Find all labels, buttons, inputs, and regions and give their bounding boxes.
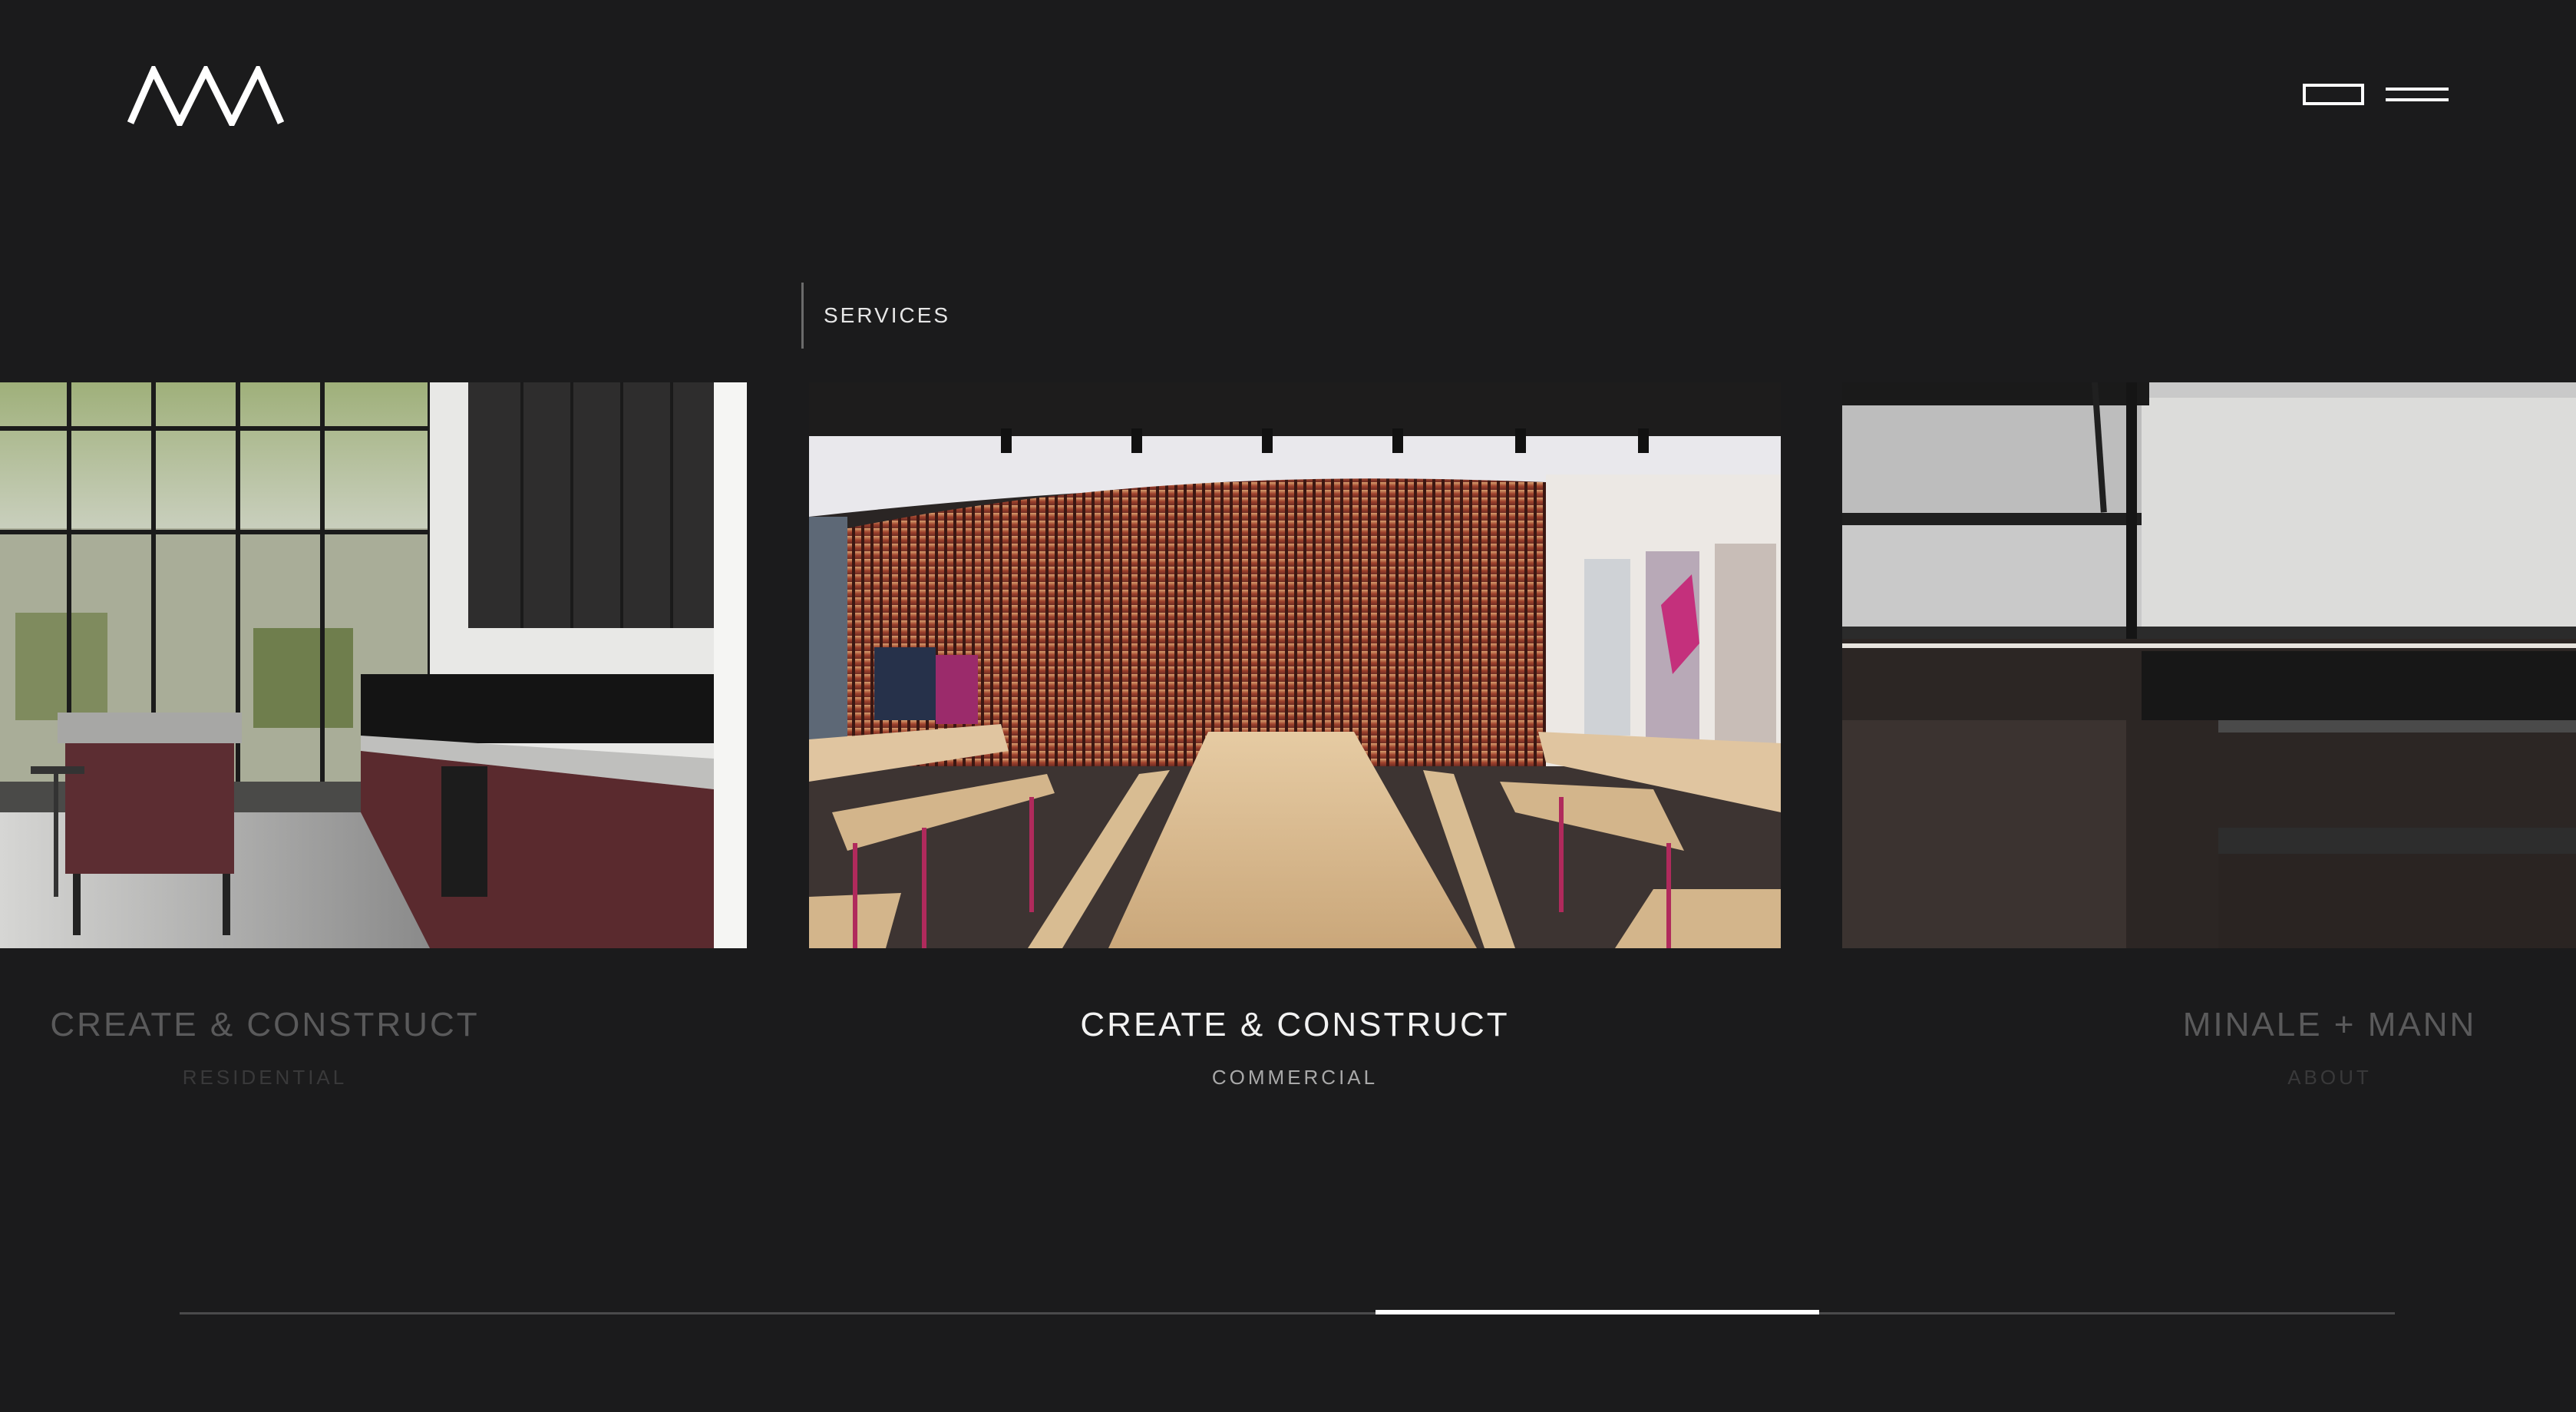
slide-subtitle: RESIDENTIAL xyxy=(182,1066,348,1089)
carousel-progress-thumb[interactable] xyxy=(1376,1310,1819,1314)
brand-logo[interactable] xyxy=(127,66,284,126)
slide-caption-about[interactable]: MINALE + MANN ABOUT xyxy=(2065,1006,2576,1090)
slide-title: MINALE + MANN xyxy=(2182,1006,2477,1043)
slide-image-commercial[interactable] xyxy=(809,382,1781,948)
slide-title: CREATE & CONSTRUCT xyxy=(50,1006,480,1043)
slide-subtitle: COMMERCIAL xyxy=(1211,1066,1379,1089)
slide-subtitle: ABOUT xyxy=(2287,1066,2372,1089)
slide-image-residential[interactable] xyxy=(0,382,747,948)
slide-title: CREATE & CONSTRUCT xyxy=(1080,1006,1510,1043)
header-controls xyxy=(2303,83,2449,106)
page: SERVICES CREATE & CONSTRUCT RESIDENTIAL … xyxy=(0,0,2576,1412)
hamburger-menu-icon[interactable] xyxy=(2386,83,2449,106)
gallery-view-icon[interactable] xyxy=(2303,84,2364,105)
slide-image-about[interactable] xyxy=(1842,382,2576,948)
slide-caption-residential[interactable]: CREATE & CONSTRUCT RESIDENTIAL xyxy=(0,1006,530,1090)
slide-caption-commercial[interactable]: CREATE & CONSTRUCT COMMERCIAL xyxy=(809,1006,1781,1090)
section-label-text: SERVICES xyxy=(824,303,951,327)
section-label: SERVICES xyxy=(801,283,950,349)
carousel-progress-track[interactable] xyxy=(180,1312,2395,1314)
